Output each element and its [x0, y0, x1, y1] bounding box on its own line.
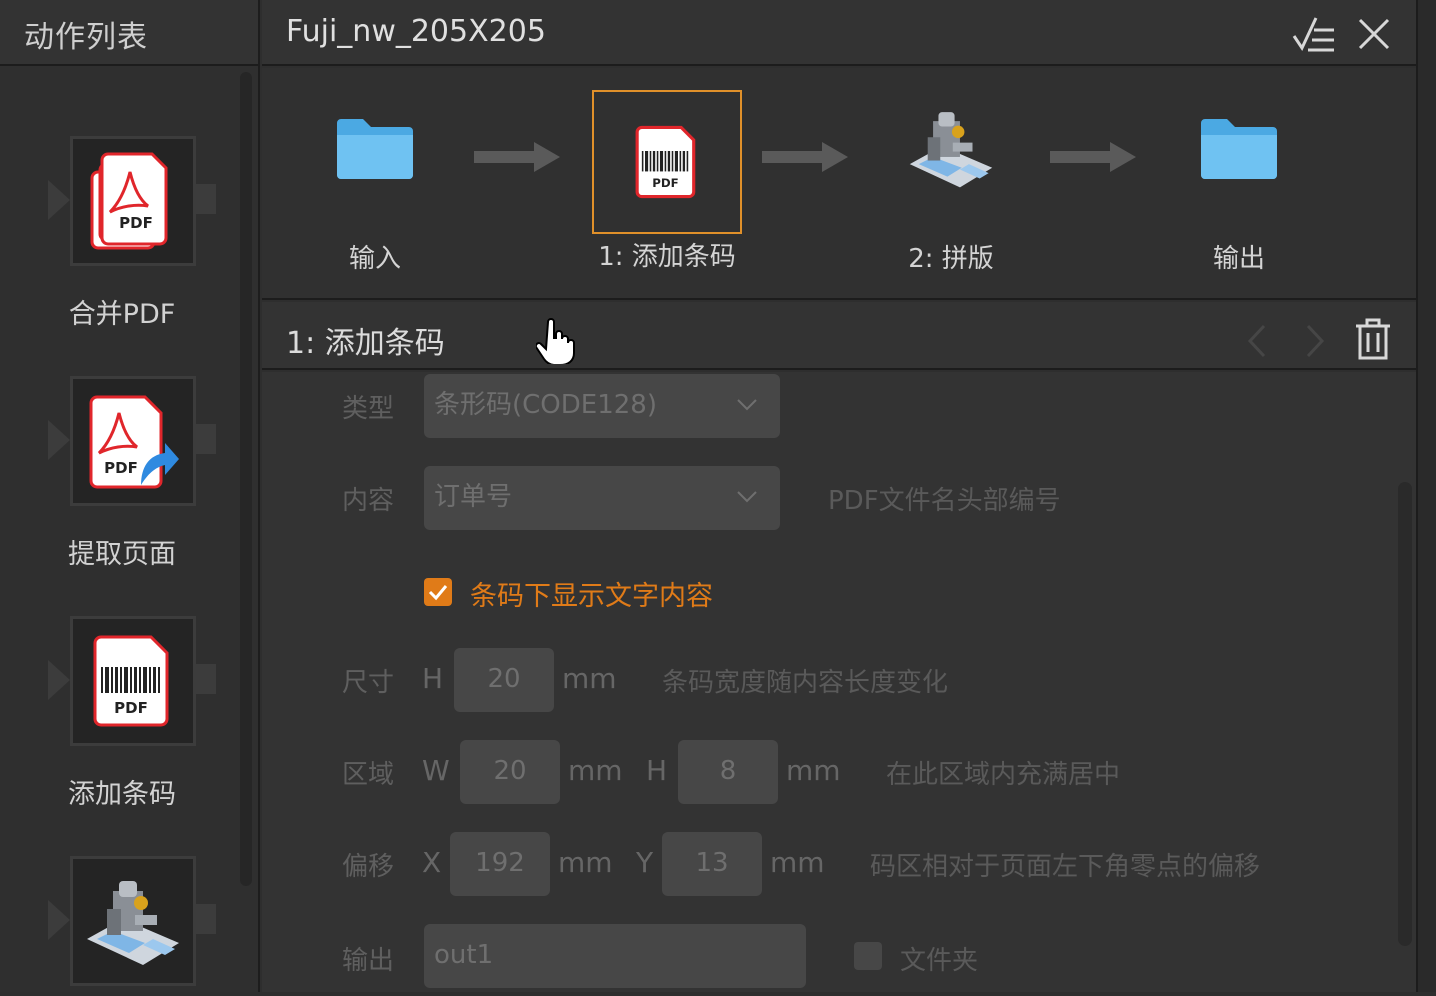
- area-h-input[interactable]: 8: [678, 740, 778, 804]
- offset-y-label: Y: [636, 846, 654, 879]
- input-port: [48, 900, 70, 940]
- stage-input[interactable]: 输入: [300, 70, 450, 274]
- chevron-right-icon[interactable]: [1302, 322, 1328, 360]
- output-input[interactable]: out1: [424, 924, 806, 988]
- window-edge: [1416, 0, 1436, 992]
- offset-x-unit: mm: [558, 846, 613, 879]
- tool-add-barcode[interactable]: PDF: [48, 616, 218, 756]
- stage-imposition[interactable]: 2: 拼版: [876, 70, 1026, 274]
- offset-x-input[interactable]: 192: [450, 832, 550, 896]
- output-port: [196, 184, 216, 214]
- folder-icon: [1164, 90, 1314, 206]
- size-label: 尺寸: [342, 668, 395, 698]
- type-select-value: 条形码(CODE128): [434, 390, 657, 420]
- size-h-label: H: [422, 662, 444, 695]
- area-w-label: W: [422, 754, 450, 787]
- input-port: [48, 420, 70, 460]
- type-select[interactable]: 条形码(CODE128): [424, 374, 780, 438]
- area-h-unit: mm: [786, 754, 841, 787]
- stage-add-barcode[interactable]: PDF 1: 添加条码: [592, 68, 742, 272]
- offset-label: 偏移: [342, 852, 395, 882]
- form-scrollbar[interactable]: [1398, 482, 1412, 946]
- stage-label: 输出: [1212, 244, 1265, 274]
- close-icon[interactable]: [1356, 16, 1392, 52]
- area-label: 区域: [342, 760, 395, 790]
- input-port: [48, 660, 70, 700]
- action-list-scrollbar[interactable]: [240, 72, 252, 886]
- check-list-icon[interactable]: [1292, 16, 1336, 54]
- workflow-title: Fuji_nw_205X205: [286, 14, 546, 49]
- content-select-value: 订单号: [434, 482, 513, 512]
- tool-imposition[interactable]: [48, 856, 218, 996]
- arrow-icon: [1050, 142, 1136, 172]
- chevron-down-icon: [737, 399, 757, 411]
- step-title: 1: 添加条码: [286, 326, 445, 361]
- chevron-left-icon[interactable]: [1244, 322, 1270, 360]
- extract-pages-icon: PDF: [70, 376, 196, 506]
- arrow-icon: [762, 142, 848, 172]
- show-text-checkbox[interactable]: [424, 578, 452, 606]
- folder-label[interactable]: 文件夹: [900, 940, 978, 977]
- area-w-unit: mm: [568, 754, 623, 787]
- content-hint: PDF文件名头部编号: [828, 486, 1061, 516]
- area-h-label: H: [646, 754, 668, 787]
- action-list-title: 动作列表: [24, 20, 148, 55]
- add-barcode-icon: PDF: [70, 616, 196, 746]
- checkmark-icon: [428, 585, 448, 601]
- stage-output[interactable]: 输出: [1164, 70, 1314, 274]
- tool-label-merge-pdf: 合并PDF: [68, 299, 176, 330]
- type-label: 类型: [342, 394, 395, 424]
- offset-y-unit: mm: [770, 846, 825, 879]
- folder-checkbox[interactable]: [854, 942, 882, 970]
- tool-merge-pdf[interactable]: PDF: [48, 136, 218, 276]
- stage-label: 1: 添加条码: [598, 242, 736, 272]
- add-barcode-icon: PDF: [592, 90, 742, 234]
- offset-x-label: X: [422, 846, 442, 879]
- svg-text:PDF: PDF: [104, 459, 138, 477]
- tool-label-extract-pages: 提取页面: [68, 539, 176, 570]
- output-port: [196, 424, 216, 454]
- input-port: [48, 180, 70, 220]
- size-hint: 条码宽度随内容长度变化: [662, 668, 949, 698]
- size-unit: mm: [562, 662, 617, 695]
- offset-y-input[interactable]: 13: [662, 832, 762, 896]
- trash-icon[interactable]: [1354, 318, 1392, 360]
- stage-label: 2: 拼版: [908, 244, 994, 274]
- content-select[interactable]: 订单号: [424, 466, 780, 530]
- arrow-icon: [474, 142, 560, 172]
- imposition-machine-icon: [876, 90, 1026, 206]
- folder-icon: [300, 90, 450, 206]
- content-label: 内容: [342, 486, 395, 516]
- area-w-input[interactable]: 20: [460, 740, 560, 804]
- size-h-input[interactable]: 20: [454, 648, 554, 712]
- tool-extract-pages[interactable]: PDF: [48, 376, 218, 516]
- svg-text:PDF: PDF: [114, 699, 148, 717]
- merge-pdf-icon: PDF: [70, 136, 196, 266]
- offset-hint: 码区相对于页面左下角零点的偏移: [870, 852, 1261, 882]
- svg-text:PDF: PDF: [119, 214, 153, 232]
- area-hint: 在此区域内充满居中: [886, 760, 1121, 790]
- tool-label-add-barcode: 添加条码: [68, 779, 176, 810]
- svg-text:PDF: PDF: [652, 176, 678, 190]
- show-text-label[interactable]: 条码下显示文字内容: [470, 574, 713, 613]
- stage-label: 输入: [348, 244, 401, 274]
- chevron-down-icon: [737, 491, 757, 503]
- hand-cursor-icon: [534, 318, 576, 366]
- output-port: [196, 664, 216, 694]
- output-label: 输出: [342, 946, 395, 976]
- output-port: [196, 904, 216, 934]
- imposition-machine-icon: [70, 856, 196, 986]
